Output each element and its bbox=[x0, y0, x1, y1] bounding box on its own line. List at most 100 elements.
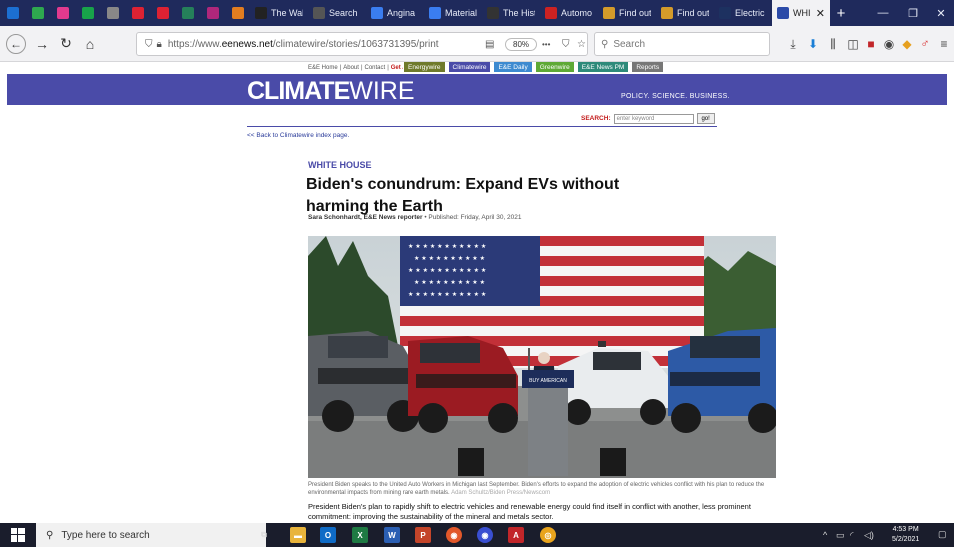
extension-puzzle-icon[interactable]: ◆ bbox=[900, 37, 914, 51]
extension-icon[interactable]: ◉ bbox=[882, 37, 896, 51]
minimize-button[interactable]: — bbox=[868, 0, 898, 26]
acrobat-icon[interactable]: A bbox=[508, 527, 524, 543]
browser-tab[interactable]: Search bbox=[308, 0, 366, 26]
climatewire-logo[interactable]: CLIMATEWIRE bbox=[247, 77, 415, 106]
publication-tab[interactable]: Reports bbox=[631, 62, 665, 73]
close-tab-icon[interactable]: ✕ bbox=[816, 7, 825, 20]
back-to-index-link[interactable]: << Back to Climatewire index page. bbox=[247, 132, 349, 139]
podium: BUY AMERICAN bbox=[522, 370, 574, 476]
f-icon bbox=[719, 7, 731, 19]
outlook-icon[interactable]: O bbox=[320, 527, 336, 543]
browser-window: The Wal Search Angina Material The Hist Autom… bbox=[0, 0, 954, 547]
reader-view-icon[interactable]: ▤ bbox=[485, 39, 494, 50]
svg-text:★ ★ ★ ★ ★ ★ ★ ★ ★ ★ ★: ★ ★ ★ ★ ★ ★ ★ ★ ★ ★ ★ bbox=[408, 291, 486, 298]
tab-title: Electric bbox=[735, 8, 765, 18]
browser-tab[interactable]: Angina bbox=[366, 0, 424, 26]
powerpoint-icon[interactable]: P bbox=[415, 527, 431, 543]
file-explorer-icon[interactable]: ▬ bbox=[290, 527, 306, 543]
browser-tab[interactable] bbox=[200, 0, 225, 26]
browser-tab[interactable]: The Hist bbox=[482, 0, 540, 26]
author: Sara Schonhardt, E&E News reporter bbox=[308, 214, 423, 221]
browser-tab[interactable] bbox=[150, 0, 175, 26]
publication-tab[interactable]: E&E Daily bbox=[493, 62, 533, 73]
reload-button[interactable]: ↻ bbox=[54, 32, 78, 56]
page-actions-icon[interactable]: ••• bbox=[542, 40, 550, 49]
word-icon[interactable]: W bbox=[384, 527, 400, 543]
browser-tab[interactable]: WHI ✕ bbox=[772, 0, 830, 26]
addon-badge-icon[interactable]: ♂ bbox=[918, 36, 932, 50]
publication-tab[interactable]: Energywire bbox=[403, 62, 446, 73]
browser-tab[interactable] bbox=[0, 0, 25, 26]
close-window-button[interactable]: ✕ bbox=[926, 0, 954, 26]
firefox-alt-icon[interactable]: ◉ bbox=[477, 527, 493, 543]
leaf-icon bbox=[661, 7, 673, 19]
clock-date: 5/2/2021 bbox=[892, 536, 920, 543]
grid-icon bbox=[106, 7, 119, 19]
taskbar-search[interactable]: ⚲ Type here to search bbox=[36, 523, 266, 547]
svg-text:★ ★ ★ ★ ★ ★ ★ ★ ★ ★: ★ ★ ★ ★ ★ ★ ★ ★ ★ ★ bbox=[414, 255, 485, 262]
zoom-level[interactable]: 80% bbox=[505, 38, 538, 51]
arrow-icon bbox=[31, 7, 44, 19]
volume-icon[interactable]: ◁) bbox=[864, 530, 874, 541]
pocket-icon[interactable]: ⛉ bbox=[562, 39, 570, 50]
nav-contact-link[interactable]: Contact bbox=[365, 65, 386, 71]
browser-tab[interactable]: Electric bbox=[714, 0, 772, 26]
shield-icon: ⛉ bbox=[145, 38, 153, 50]
site-banner: CLIMATEWIRE POLICY. SCIENCE. BUSINESS. bbox=[7, 74, 947, 105]
browser-tab[interactable]: Find out bbox=[598, 0, 656, 26]
browser-tab[interactable] bbox=[75, 0, 100, 26]
browser-tab[interactable]: Automo bbox=[540, 0, 598, 26]
pdf-icon[interactable]: ■ bbox=[864, 37, 878, 51]
browser-tab[interactable] bbox=[225, 0, 250, 26]
keyword-input[interactable]: enter keyword bbox=[613, 113, 694, 124]
ee-icon bbox=[777, 7, 789, 19]
tab-title: Find out bbox=[677, 8, 709, 18]
back-button[interactable]: ← bbox=[6, 33, 26, 54]
taskbar-clock[interactable]: 4:53 PM 5/2/2021 bbox=[892, 525, 919, 545]
page-content: E&E Home| About| Contact| Get Access Ene… bbox=[0, 62, 954, 523]
article-photo: ★ ★ ★ ★ ★ ★ ★ ★ ★ ★ ★ ★ ★ ★ ★ ★ ★ ★ ★ ★ … bbox=[308, 236, 776, 478]
browser-tab[interactable] bbox=[125, 0, 150, 26]
publication-tab[interactable]: Climatewire bbox=[447, 62, 492, 73]
tray-chevron-icon[interactable]: ^ bbox=[823, 530, 827, 540]
leaf-icon bbox=[603, 7, 615, 19]
battery-icon[interactable]: ▭ bbox=[836, 530, 845, 541]
section-label[interactable]: WHITE HOUSE bbox=[308, 160, 372, 170]
sidebar-icon[interactable]: ◫ bbox=[846, 37, 860, 51]
browser-tab[interactable] bbox=[25, 0, 50, 26]
site-search: SEARCH: enter keyword go! bbox=[581, 113, 715, 124]
bookmark-star-icon[interactable]: ☆ bbox=[577, 39, 586, 50]
home-button[interactable]: ⌂ bbox=[78, 32, 102, 56]
search-field[interactable]: ⚲ Search bbox=[594, 32, 770, 56]
menu-icon[interactable]: ≡ bbox=[937, 37, 951, 51]
publication-tab[interactable]: Greenwire bbox=[534, 62, 575, 73]
browser-tab[interactable] bbox=[50, 0, 75, 26]
downloads-icon[interactable]: ⤓ bbox=[786, 37, 800, 51]
start-button[interactable] bbox=[0, 523, 36, 547]
nav-about-link[interactable]: About bbox=[343, 65, 359, 71]
download-arrow-icon[interactable]: ⬇ bbox=[806, 37, 820, 51]
wifi-icon[interactable]: ◜ bbox=[850, 530, 854, 541]
task-view-icon[interactable]: ⧉ bbox=[256, 527, 272, 543]
excel-icon[interactable]: X bbox=[352, 527, 368, 543]
browser-tab[interactable]: Find out bbox=[656, 0, 714, 26]
browser-tab[interactable] bbox=[100, 0, 125, 26]
g-icon bbox=[371, 7, 383, 19]
publication-tab[interactable]: E&E News PM bbox=[576, 62, 630, 73]
address-bar[interactable]: ⛉ 🔒︎ https://www. eenews.net/climatewire/… bbox=[136, 32, 588, 56]
g-icon bbox=[429, 7, 441, 19]
firefox-icon[interactable]: ◉ bbox=[446, 527, 462, 543]
browser-tab[interactable] bbox=[175, 0, 200, 26]
restore-button[interactable]: ❐ bbox=[898, 0, 928, 26]
chrome-icon[interactable]: ◎ bbox=[540, 527, 556, 543]
svg-text:★ ★ ★ ★ ★ ★ ★ ★ ★ ★ ★: ★ ★ ★ ★ ★ ★ ★ ★ ★ ★ ★ bbox=[408, 243, 486, 250]
notifications-icon[interactable]: ▢ bbox=[938, 529, 947, 540]
library-icon[interactable]: ⫼ bbox=[826, 37, 840, 51]
new-tab-button[interactable]: + bbox=[830, 5, 852, 22]
browser-tab[interactable]: Material bbox=[424, 0, 482, 26]
forward-button[interactable]: → bbox=[30, 32, 54, 56]
go-button[interactable]: go! bbox=[696, 113, 715, 124]
browser-tab[interactable]: The Wal bbox=[250, 0, 308, 26]
nav-home-link[interactable]: E&E Home bbox=[308, 65, 338, 71]
tab-strip: The Wal Search Angina Material The Hist Autom… bbox=[0, 0, 954, 26]
